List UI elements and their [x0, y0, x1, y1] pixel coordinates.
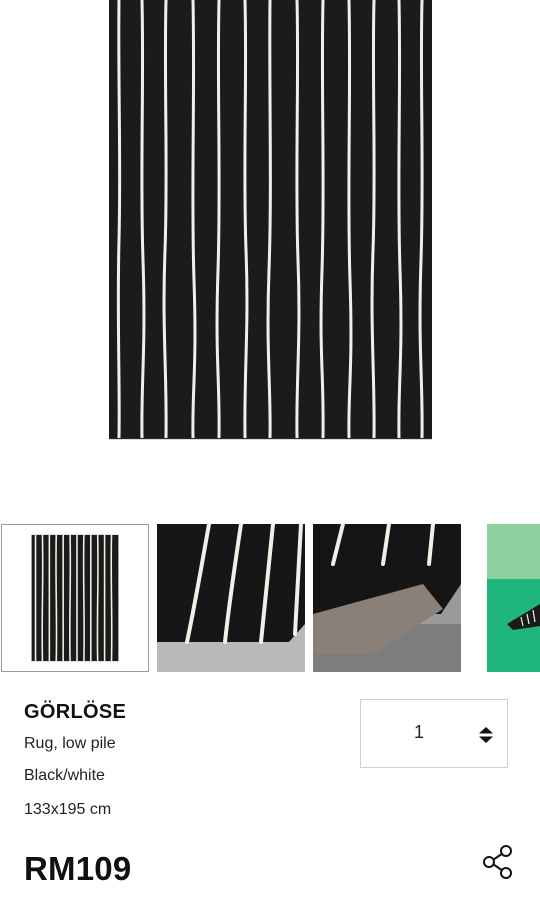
- product-description: Rug, low pile: [24, 735, 116, 752]
- thumbnail-strip: [0, 524, 540, 674]
- product-size: 133x195 cm: [24, 801, 112, 818]
- thumbnail-rug-corner[interactable]: [157, 524, 305, 672]
- quantity-value: 1: [413, 722, 424, 742]
- product-page: GÖRLÖSE Rug, low pile Black/white 133x19…: [0, 0, 540, 900]
- product-price: RM109: [24, 850, 132, 887]
- product-color: Black/white: [24, 767, 105, 784]
- product-name: GÖRLÖSE: [24, 701, 127, 723]
- quantity-stepper[interactable]: 1: [360, 699, 508, 768]
- product-image-area: [0, 0, 540, 515]
- thumbnail-full-rug[interactable]: [1, 524, 149, 672]
- up-down-arrows-icon[interactable]: [479, 727, 493, 743]
- share-icon[interactable]: [480, 843, 516, 881]
- thumbnail-rug-in-room[interactable]: [487, 524, 540, 672]
- main-product-image[interactable]: [109, 0, 432, 439]
- thumbnail-rug-underside[interactable]: [313, 524, 461, 672]
